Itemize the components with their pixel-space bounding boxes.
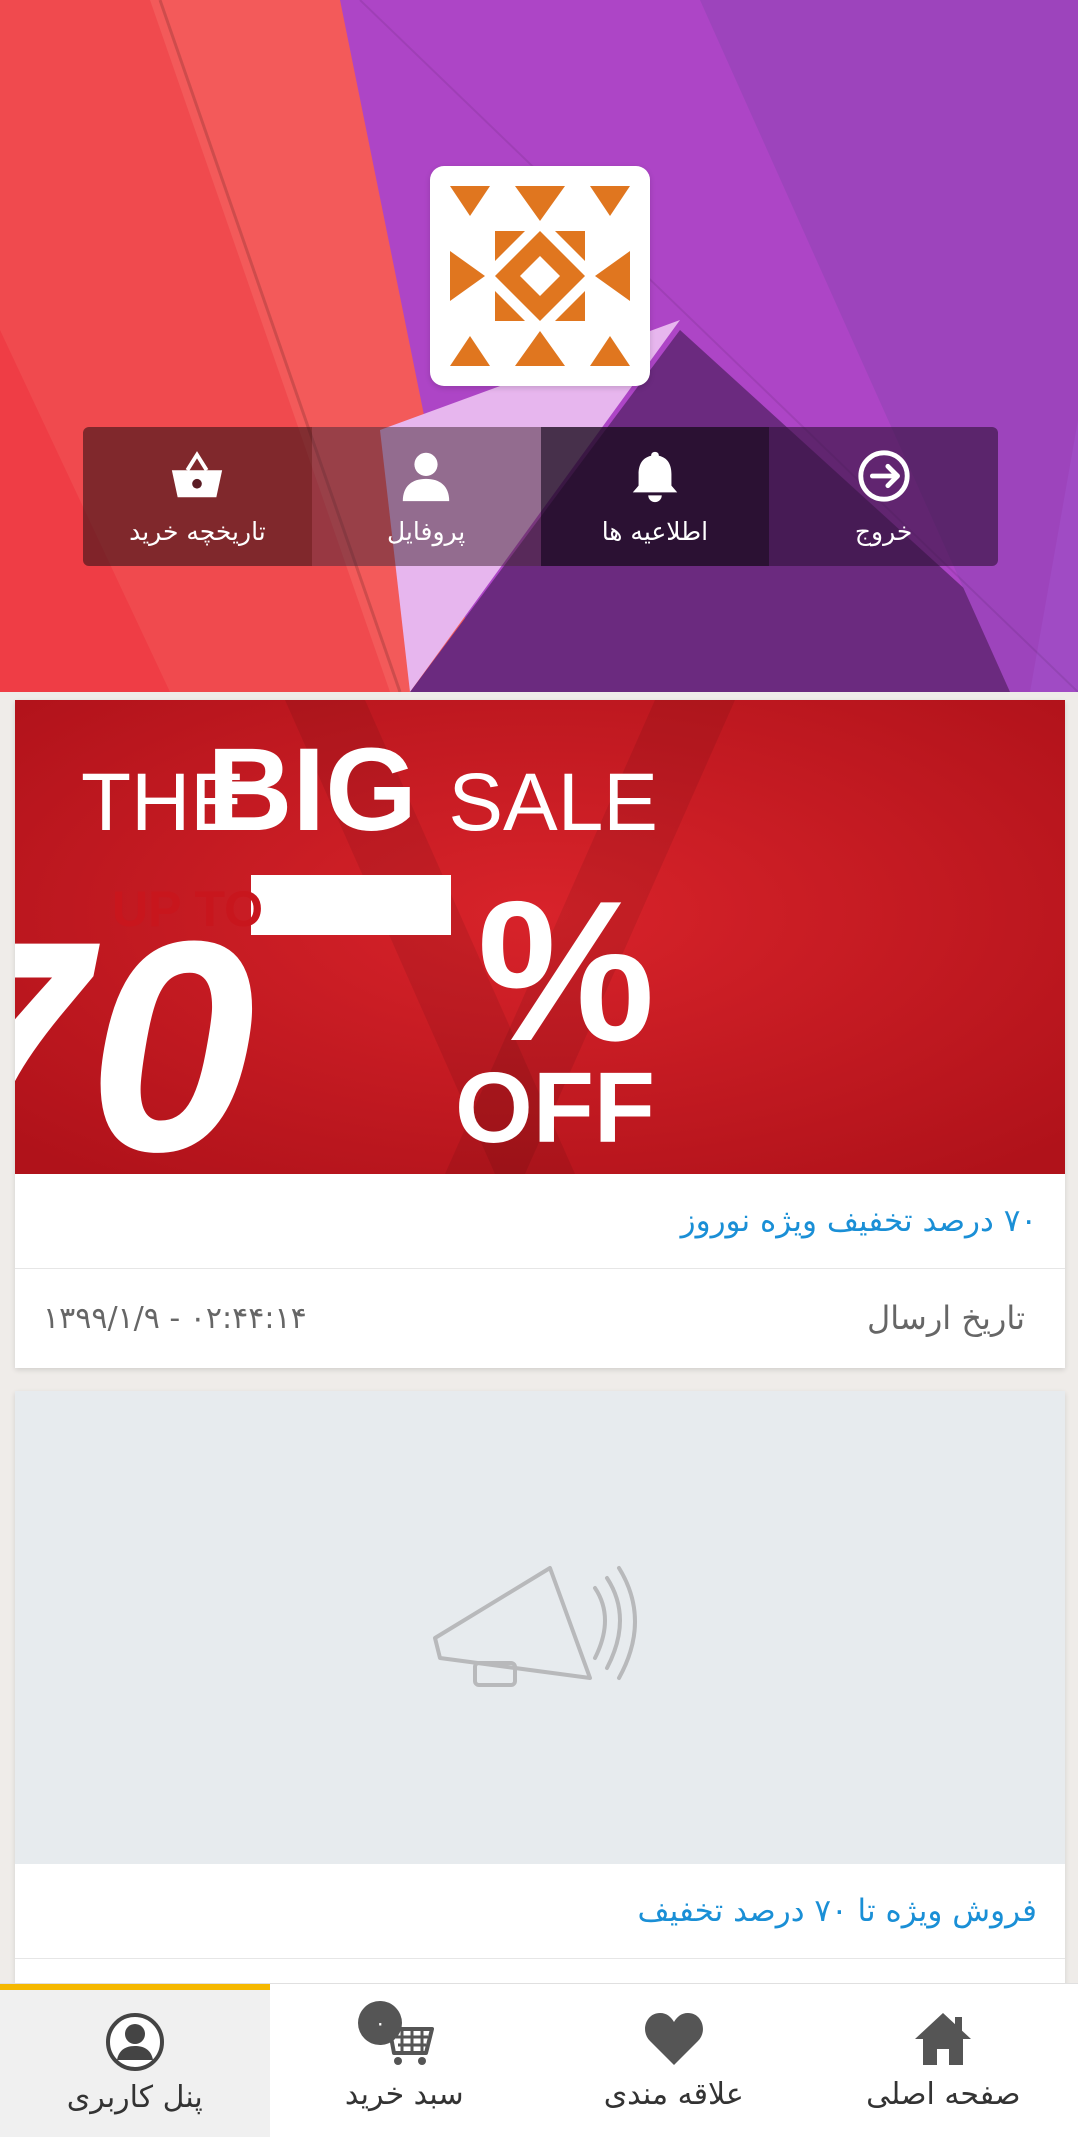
cart-badge: ۰ bbox=[358, 2001, 403, 2045]
nav-favorites-label: علاقه مندی bbox=[603, 2077, 744, 2112]
user-icon bbox=[397, 447, 455, 505]
nav-user-panel-label: پنل کاربری bbox=[66, 2080, 203, 2115]
banner-percent-text: 70 bbox=[15, 878, 255, 1174]
image-placeholder bbox=[15, 1391, 1065, 1864]
megaphone-placeholder-icon bbox=[433, 1565, 637, 1687]
notifications-label: اطلاعیه ها bbox=[601, 517, 709, 546]
purchase-history-label: تاریخچه خرید bbox=[129, 517, 266, 546]
announcement-card[interactable]: THE BIG SALE UP TO 70 % OFF ۷۰ درصد تخفی… bbox=[15, 700, 1065, 1368]
header-action-bar: خروج اطلاعیه ها پروفایل تاریخچه خرید bbox=[83, 427, 998, 566]
avatar[interactable] bbox=[430, 166, 650, 386]
card-title[interactable]: فروش ویژه تا ۷۰ درصد تخفیف bbox=[15, 1864, 1065, 1959]
announcement-card[interactable]: فروش ویژه تا ۷۰ درصد تخفیف bbox=[15, 1391, 1065, 1991]
cart-icon: ۰ bbox=[358, 2001, 436, 2069]
banner-percent-sign: % bbox=[477, 860, 655, 1083]
nav-home-label: صفحه اصلی bbox=[866, 2077, 1021, 2112]
send-date-label: تاریخ ارسال bbox=[867, 1299, 1025, 1337]
profile-header: خروج اطلاعیه ها پروفایل تاریخچه خرید bbox=[0, 0, 1078, 692]
nav-user-panel[interactable]: پنل کاربری bbox=[0, 1984, 270, 2137]
card-meta: تاریخ ارسال ۱۳۹۹/۱/۹ - ۰۲:۴۴:۱۴ bbox=[15, 1269, 1065, 1367]
purchase-history-button[interactable]: تاریخچه خرید bbox=[83, 427, 312, 566]
nav-cart[interactable]: ۰ سبد خرید bbox=[270, 1984, 540, 2137]
banner-big-text: BIG bbox=[207, 724, 417, 856]
card-title[interactable]: ۷۰ درصد تخفیف ویژه نوروز bbox=[15, 1174, 1065, 1269]
bottom-navigation: صفحه اصلی علاقه مندی ۰ سبد خرید پنل کارب… bbox=[0, 1983, 1078, 2137]
home-icon bbox=[911, 2009, 975, 2069]
basket-icon bbox=[168, 447, 226, 505]
logout-label: خروج bbox=[854, 517, 913, 546]
logout-icon bbox=[855, 447, 913, 505]
logout-button[interactable]: خروج bbox=[769, 427, 998, 566]
send-date-value: ۱۳۹۹/۱/۹ - ۰۲:۴۴:۱۴ bbox=[43, 1300, 307, 1336]
user-circle-icon bbox=[103, 2012, 167, 2072]
sale-banner-image: THE BIG SALE UP TO 70 % OFF bbox=[15, 700, 1065, 1174]
nav-home[interactable]: صفحه اصلی bbox=[809, 1984, 1078, 2137]
identicon-avatar-icon bbox=[440, 176, 640, 376]
profile-button[interactable]: پروفایل bbox=[311, 427, 541, 566]
banner-sale-text: SALE bbox=[448, 757, 658, 848]
heart-icon bbox=[642, 2009, 706, 2069]
profile-label: پروفایل bbox=[386, 517, 466, 546]
nav-cart-label: سبد خرید bbox=[344, 2077, 464, 2112]
nav-favorites[interactable]: علاقه مندی bbox=[539, 1984, 809, 2137]
notifications-button[interactable]: اطلاعیه ها bbox=[540, 427, 770, 566]
bell-icon bbox=[626, 447, 684, 505]
banner-off-text: OFF bbox=[455, 1052, 655, 1164]
